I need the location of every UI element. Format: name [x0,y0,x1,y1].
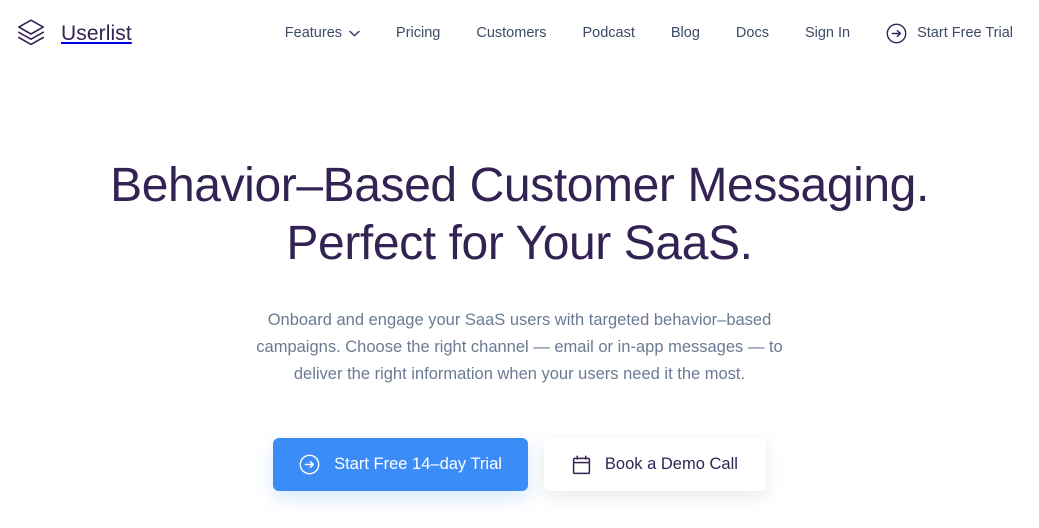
brand-logo-link[interactable]: Userlist [14,16,132,50]
nav-item-customers[interactable]: Customers [458,20,564,47]
site-header: Userlist Features Pricing Customers Podc… [0,0,1039,66]
nav-item-label: Docs [735,24,769,41]
nav-item-label: Podcast [582,24,635,41]
page-title: Behavior–Based Customer Messaging. Perfe… [0,157,1039,273]
nav-cta-label: Start Free Trial [917,25,1013,41]
calendar-icon [572,454,591,475]
landing-page: Userlist Features Pricing Customers Podc… [0,0,1039,528]
book-demo-call-button[interactable]: Book a Demo Call [543,438,766,491]
nav-item-docs[interactable]: Docs [718,20,787,47]
hero-title-line-1: Behavior–Based Customer Messaging. [110,159,929,212]
stacked-layers-icon [14,16,48,50]
nav-item-sign-in[interactable]: Sign In [787,20,868,47]
hero-subtitle: Onboard and engage your SaaS users with … [256,311,783,383]
nav-item-label: Features [284,24,343,41]
circle-arrow-right-icon [886,23,907,44]
nav-item-label: Pricing [396,24,441,41]
hero-title-line-2: Perfect for Your SaaS. [286,217,753,270]
nav-start-free-trial-button[interactable]: Start Free Trial [868,17,1013,50]
hero-section: Behavior–Based Customer Messaging. Perfe… [0,66,1039,491]
nav-item-features[interactable]: Features [267,20,378,47]
nav-item-podcast[interactable]: Podcast [564,20,652,47]
hero-cta-group: Start Free 14–day Trial Book a Demo Call [0,438,1039,491]
start-free-trial-button[interactable]: Start Free 14–day Trial [273,438,528,491]
nav-item-pricing[interactable]: Pricing [378,20,458,47]
nav-item-label: Blog [670,24,700,41]
nav-item-label: Sign In [804,24,851,41]
start-free-trial-label: Start Free 14–day Trial [334,455,502,473]
main-navigation: Features Pricing Customers Podcast Blog [267,17,1013,50]
nav-item-label: Customers [476,24,547,41]
chevron-down-icon [349,30,360,37]
nav-item-blog[interactable]: Blog [653,20,718,47]
circle-arrow-right-icon [299,454,320,475]
brand-name: Userlist [61,21,132,45]
book-demo-call-label: Book a Demo Call [604,455,738,473]
